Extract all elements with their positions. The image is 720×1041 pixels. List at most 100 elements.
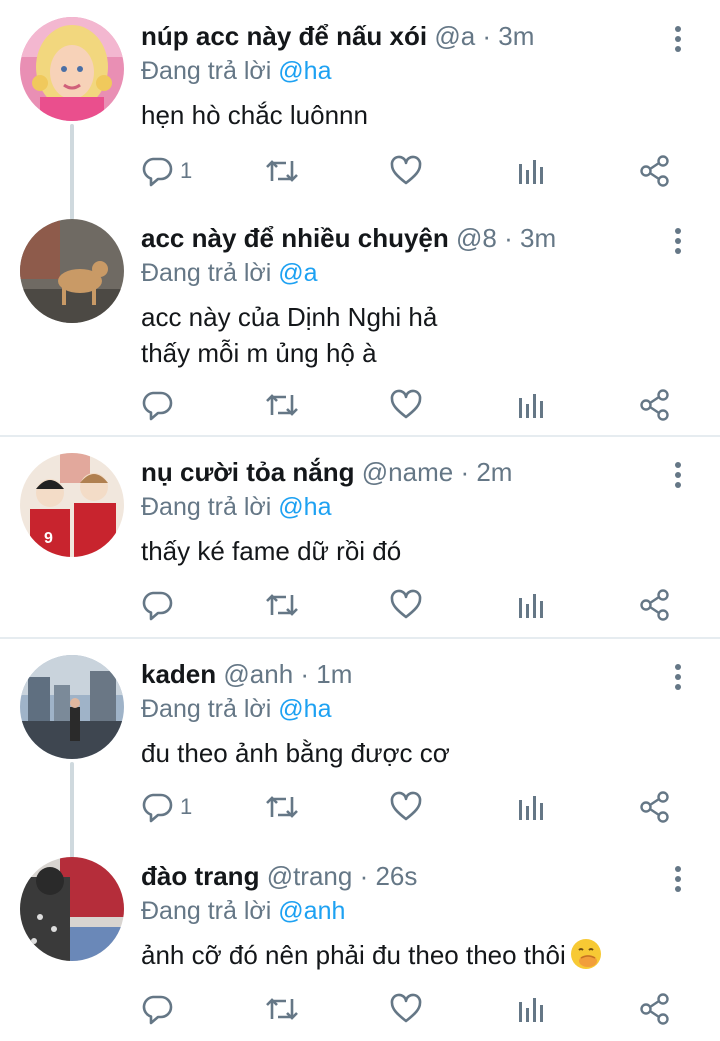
retweet-button[interactable] <box>264 385 300 425</box>
tweet-header: đào trang @trang · 26s <box>141 859 417 893</box>
reply-icon <box>140 388 174 422</box>
replying-to: Đang trả lời @ha <box>141 693 331 725</box>
svg-text:9: 9 <box>44 530 53 547</box>
share-button[interactable] <box>638 787 672 827</box>
timestamp[interactable]: · 26s <box>360 861 418 891</box>
mention-link[interactable]: @a <box>278 259 317 287</box>
timestamp[interactable]: · 1m <box>300 659 352 689</box>
bar-chart-icon <box>516 388 546 422</box>
retweet-button[interactable] <box>264 787 300 827</box>
reply-icon <box>140 588 174 622</box>
like-button[interactable] <box>389 585 423 625</box>
display-name[interactable]: đào trang <box>141 861 259 891</box>
replying-to: Đang trả lời @ha <box>141 55 331 87</box>
share-button[interactable] <box>638 989 672 1029</box>
stats-button[interactable] <box>516 385 546 425</box>
bar-chart-icon <box>516 992 546 1026</box>
share-icon <box>638 154 672 188</box>
share-button[interactable] <box>638 385 672 425</box>
replying-to-label: Đang trả lời <box>141 695 272 723</box>
replying-to-label: Đang trả lời <box>141 57 272 85</box>
reply-button[interactable] <box>140 585 180 625</box>
tweet-text: ảnh cỡ đó nên phải đu theo theo thôi <box>141 937 602 973</box>
more-vertical-icon[interactable] <box>660 861 696 897</box>
avatar[interactable] <box>20 655 124 759</box>
display-name[interactable]: nụ cười tỏa nắng <box>141 457 355 487</box>
retweet-icon <box>264 154 300 188</box>
more-vertical-icon[interactable] <box>660 223 696 259</box>
timestamp[interactable]: · 3m <box>504 223 556 253</box>
mention-link[interactable]: @ha <box>278 493 331 521</box>
reply-button[interactable]: 1 <box>140 151 192 191</box>
replying-to-label: Đang trả lời <box>141 259 272 287</box>
heart-icon <box>389 388 423 422</box>
timestamp[interactable]: · 2m <box>460 457 512 487</box>
replying-to-label: Đang trả lời <box>141 897 272 925</box>
avatar[interactable]: 9 <box>20 453 124 557</box>
reply-tweet[interactable]: đào trang @trang · 26s Đang trả lời @anh… <box>0 857 720 1041</box>
replying-to-label: Đang trả lời <box>141 493 272 521</box>
like-button[interactable] <box>389 989 423 1029</box>
action-bar: 1 <box>0 787 720 827</box>
display-name[interactable]: kaden <box>141 659 216 689</box>
avatar[interactable] <box>20 857 124 961</box>
like-button[interactable] <box>389 151 423 191</box>
mention-link[interactable]: @ha <box>278 57 331 85</box>
more-vertical-icon[interactable] <box>660 659 696 695</box>
display-name[interactable]: acc này để nhiều chuyện <box>141 223 449 253</box>
retweet-icon <box>264 992 300 1026</box>
reply-button[interactable] <box>140 989 180 1029</box>
avatar[interactable] <box>20 17 124 121</box>
hand-over-mouth-emoji <box>570 938 602 970</box>
tweet-text: hẹn hò chắc luônnn <box>141 100 368 130</box>
tweet-header: kaden @anh · 1m <box>141 657 352 691</box>
reply-icon <box>140 790 174 824</box>
like-button[interactable] <box>389 385 423 425</box>
reply-tweet[interactable]: 9 nụ cười tỏa nắng @name · 2m Đang trả l… <box>0 453 720 633</box>
avatar[interactable] <box>20 219 124 323</box>
reply-tweet[interactable]: núp acc này để nấu xói @a · 3m Đang trả … <box>0 17 720 207</box>
user-handle[interactable]: @trang <box>267 861 353 891</box>
more-vertical-icon[interactable] <box>660 457 696 493</box>
display-name[interactable]: núp acc này để nấu xói <box>141 21 427 51</box>
tweet-text: acc này của Dịnh Nghi hả thấy mỗi m ủng … <box>141 302 438 368</box>
like-button[interactable] <box>389 787 423 827</box>
retweet-button[interactable] <box>264 151 300 191</box>
retweet-icon <box>264 790 300 824</box>
stats-button[interactable] <box>516 989 546 1029</box>
stats-button[interactable] <box>516 151 546 191</box>
stats-button[interactable] <box>516 585 546 625</box>
reply-button[interactable]: 1 <box>140 787 192 827</box>
share-button[interactable] <box>638 585 672 625</box>
bar-chart-icon <box>516 790 546 824</box>
tweet-header: núp acc này để nấu xói @a · 3m <box>141 19 534 53</box>
action-bar <box>0 989 720 1029</box>
user-handle[interactable]: @a <box>434 21 475 51</box>
timestamp[interactable]: · 3m <box>482 21 534 51</box>
reply-icon <box>140 154 174 188</box>
retweet-icon <box>264 588 300 622</box>
heart-icon <box>389 588 423 622</box>
stats-button[interactable] <box>516 787 546 827</box>
share-button[interactable] <box>638 151 672 191</box>
user-handle[interactable]: @anh <box>223 659 293 689</box>
retweet-button[interactable] <box>264 585 300 625</box>
mention-link[interactable]: @ha <box>278 695 331 723</box>
more-vertical-icon[interactable] <box>660 21 696 57</box>
action-bar <box>0 585 720 625</box>
tweet-text-content: ảnh cỡ đó nên phải đu theo theo thôi <box>141 940 566 970</box>
divider <box>0 435 720 437</box>
action-bar <box>0 385 720 425</box>
reply-tweet[interactable]: kaden @anh · 1m Đang trả lời @ha đu theo… <box>0 655 720 845</box>
user-handle[interactable]: @name <box>362 457 453 487</box>
reply-tweet[interactable]: acc này để nhiều chuyện @8 · 3m Đang trả… <box>0 219 720 429</box>
retweet-button[interactable] <box>264 989 300 1029</box>
heart-icon <box>389 154 423 188</box>
user-handle[interactable]: @8 <box>456 223 497 253</box>
mention-link[interactable]: @anh <box>278 897 345 925</box>
reply-count: 1 <box>180 158 193 183</box>
tweet-header: acc này để nhiều chuyện @8 · 3m <box>141 221 556 255</box>
tweet-text: thấy ké fame dữ rồi đó <box>141 536 402 566</box>
share-icon <box>638 588 672 622</box>
reply-button[interactable] <box>140 385 180 425</box>
